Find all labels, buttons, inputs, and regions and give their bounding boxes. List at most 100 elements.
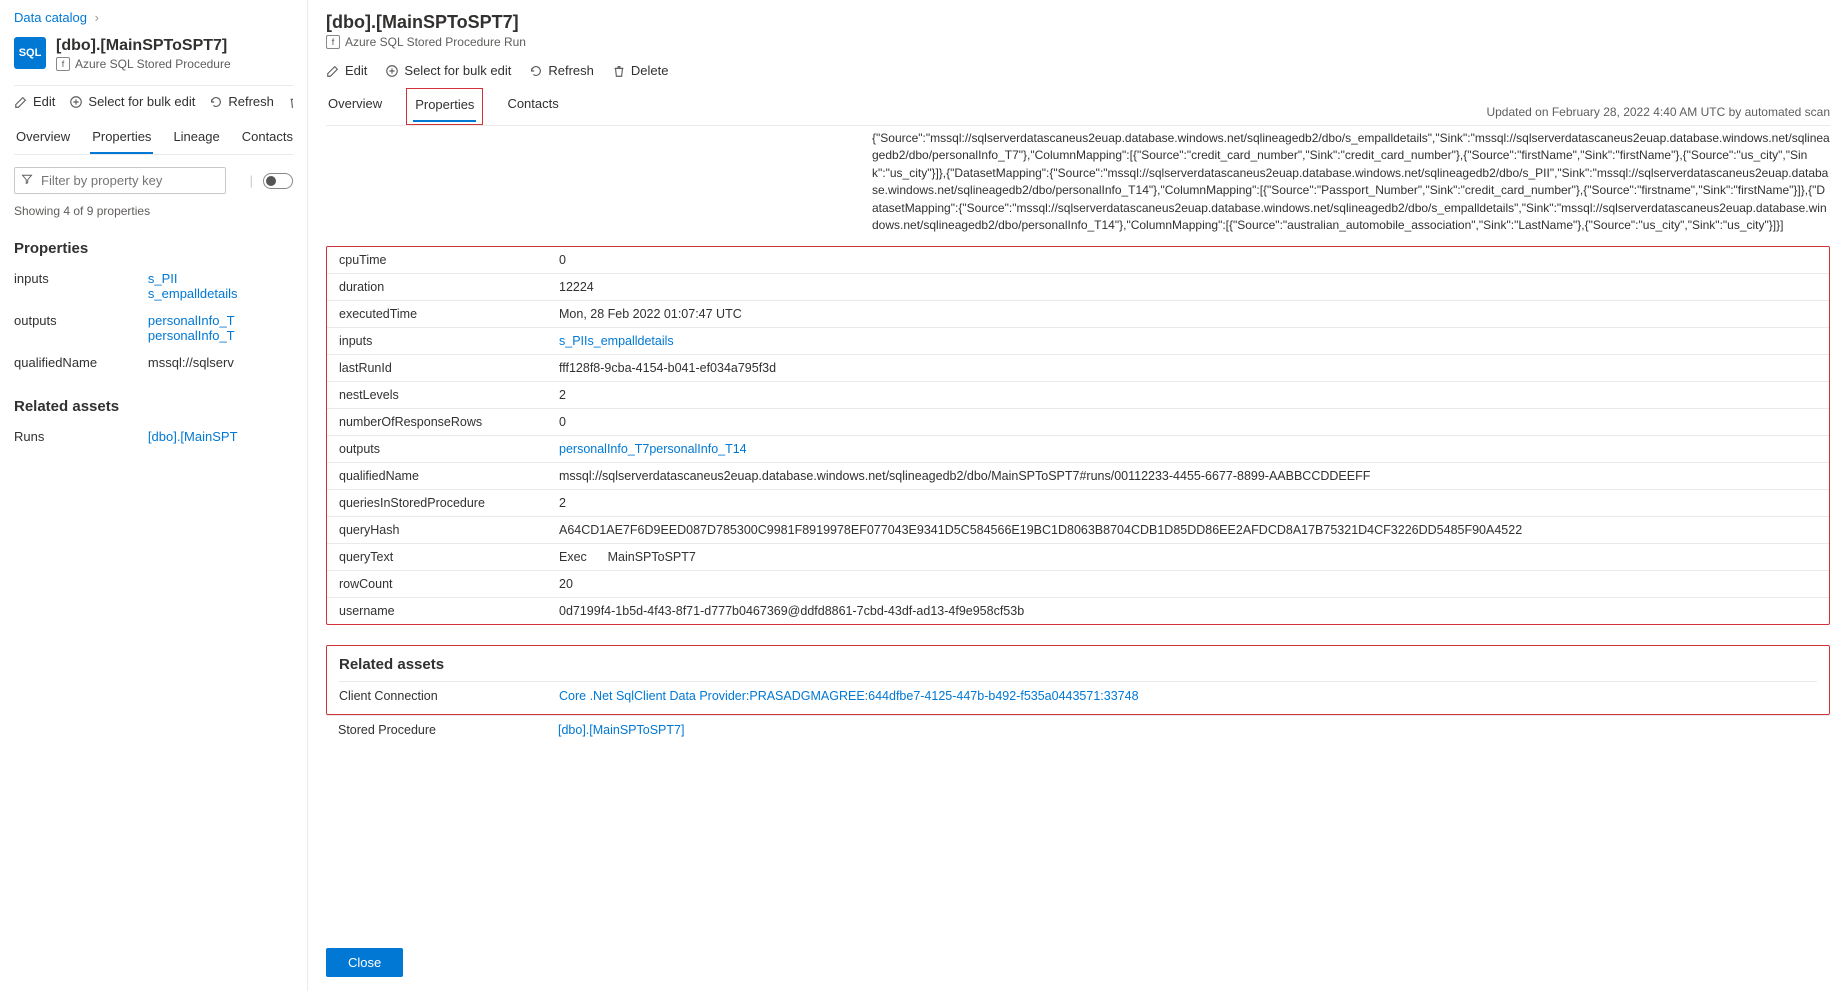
asset-subtitle-text: Azure SQL Stored Procedure <box>75 57 231 71</box>
tab-contacts[interactable]: Contacts <box>505 88 560 125</box>
page-title: [dbo].[MainSPToSPT7] <box>326 12 1830 33</box>
prop-row-username: username0d7199f4-1b5d-4f43-8f71-d777b046… <box>327 597 1829 624</box>
prop-row-nestlevels: nestLevels2 <box>327 381 1829 408</box>
prop-key: qualifiedName <box>14 355 148 370</box>
refresh-label: Refresh <box>548 63 594 78</box>
prop-row-duration: duration12224 <box>327 273 1829 300</box>
prop-val: 2 <box>559 388 1817 402</box>
updated-text: Updated on February 28, 2022 4:40 AM UTC… <box>1486 105 1830 125</box>
tab-overview[interactable]: Overview <box>326 88 384 125</box>
prop-row-querytext: queryTextExec MainSPToSPT7 <box>327 543 1829 570</box>
delete-button[interactable]: Delete <box>288 94 293 109</box>
prop-val: A64CD1AE7F6D9EED087D785300C9981F8919978E… <box>559 523 1817 537</box>
pencil-icon <box>326 64 340 78</box>
input-link-s-empalldetails[interactable]: s_empalldetails <box>588 334 674 348</box>
trash-icon <box>612 64 626 78</box>
bulk-edit-button[interactable]: Select for bulk edit <box>69 94 195 109</box>
prop-row-outputs: outputs personalInfo_T personalInfo_T <box>14 307 293 349</box>
prop-row-queriesinstoredprocedure: queriesInStoredProcedure2 <box>327 489 1829 516</box>
input-link-s-pii[interactable]: s_PII <box>559 334 588 348</box>
delete-label: Delete <box>631 63 669 78</box>
stored-procedure-icon: f <box>56 57 70 71</box>
asset-title: [dbo].[MainSPToSPT7] <box>56 37 231 55</box>
prop-key: duration <box>339 280 559 294</box>
prop-key: executedTime <box>339 307 559 321</box>
output-link-t14[interactable]: personalInfo_T14 <box>649 442 746 456</box>
json-mapping-text: {"Source":"mssql://sqlserverdatascaneus2… <box>326 126 1830 242</box>
prop-row-queryhash: queryHashA64CD1AE7F6D9EED087D785300C9981… <box>327 516 1829 543</box>
prop-key: qualifiedName <box>339 469 559 483</box>
refresh-icon <box>209 95 223 109</box>
sql-icon: SQL <box>14 37 46 69</box>
output-link-2[interactable]: personalInfo_T <box>148 328 293 343</box>
properties-table: cpuTime0 duration12224 executedTimeMon, … <box>326 246 1830 625</box>
output-link-t7[interactable]: personalInfo_T7 <box>559 442 649 456</box>
prop-val: 20 <box>559 577 1817 591</box>
asset-subtitle: f Azure SQL Stored Procedure <box>56 57 231 71</box>
prop-row-qualifiedname: qualifiedNamemssql://sqlserverdatascaneu… <box>327 462 1829 489</box>
refresh-button[interactable]: Refresh <box>209 94 274 109</box>
page-subtitle: f Azure SQL Stored Procedure Run <box>326 35 1830 49</box>
property-count: Showing 4 of 9 properties <box>14 204 293 218</box>
prop-key: rowCount <box>339 577 559 591</box>
delete-button[interactable]: Delete <box>612 63 669 78</box>
plus-circle-icon <box>385 64 399 78</box>
left-panel: Data catalog › SQL [dbo].[MainSPToSPT7] … <box>0 0 308 991</box>
left-tabs: Overview Properties Lineage Contacts Re <box>14 121 293 155</box>
right-panel: [dbo].[MainSPToSPT7] f Azure SQL Stored … <box>308 0 1848 991</box>
asset-header: SQL [dbo].[MainSPToSPT7] f Azure SQL Sto… <box>14 37 293 71</box>
bulk-edit-button[interactable]: Select for bulk edit <box>385 63 511 78</box>
chevron-right-icon: › <box>95 10 99 25</box>
refresh-label: Refresh <box>228 94 274 109</box>
funnel-icon <box>21 173 33 185</box>
related-key: Client Connection <box>339 689 559 703</box>
stored-procedure-run-icon: f <box>326 35 340 49</box>
related-assets-section: Related assets Client Connection Core .N… <box>326 645 1830 715</box>
prop-key: queryHash <box>339 523 559 537</box>
toggle-switch[interactable] <box>263 173 293 189</box>
prop-row-rowcount: rowCount20 <box>327 570 1829 597</box>
tab-properties[interactable]: Properties <box>413 89 476 122</box>
prop-key: cpuTime <box>339 253 559 267</box>
tab-contacts[interactable]: Contacts <box>240 121 293 154</box>
prop-key: username <box>339 604 559 618</box>
edit-label: Edit <box>33 94 55 109</box>
input-link-s-empalldetails[interactable]: s_empalldetails <box>148 286 293 301</box>
prop-val: 2 <box>559 496 1817 510</box>
prop-key: inputs <box>14 271 148 301</box>
edit-button[interactable]: Edit <box>326 63 367 78</box>
bulk-label: Select for bulk edit <box>404 63 511 78</box>
tab-overview[interactable]: Overview <box>14 121 72 154</box>
bulk-label: Select for bulk edit <box>88 94 195 109</box>
filter-input[interactable] <box>14 167 226 194</box>
refresh-button[interactable]: Refresh <box>529 63 594 78</box>
input-link-s-pii[interactable]: s_PII <box>148 271 293 286</box>
prop-key: queriesInStoredProcedure <box>339 496 559 510</box>
prop-row-qualifiedname: qualifiedName mssql://sqlserv <box>14 349 293 376</box>
left-toolbar: Edit Select for bulk edit Refresh Delete <box>14 85 293 109</box>
filter-row: | <box>14 167 293 194</box>
prop-key: numberOfResponseRows <box>339 415 559 429</box>
related-row-runs: Runs [dbo].[MainSPT <box>14 423 293 450</box>
refresh-icon <box>529 64 543 78</box>
output-link-1[interactable]: personalInfo_T <box>148 313 293 328</box>
breadcrumb-root[interactable]: Data catalog <box>14 10 87 25</box>
related-runs-link[interactable]: [dbo].[MainSPT <box>148 429 293 444</box>
prop-row-cputime: cpuTime0 <box>327 247 1829 273</box>
tab-properties[interactable]: Properties <box>90 121 153 154</box>
edit-button[interactable]: Edit <box>14 94 55 109</box>
client-connection-link[interactable]: Core .Net SqlClient Data Provider:PRASAD… <box>559 689 1139 703</box>
close-button[interactable]: Close <box>326 948 403 977</box>
prop-row-outputs: outputspersonalInfo_T7personalInfo_T14 <box>327 435 1829 462</box>
prop-key: nestLevels <box>339 388 559 402</box>
related-assets-title: Related assets <box>339 656 1817 673</box>
edit-label: Edit <box>345 63 367 78</box>
prop-val: Mon, 28 Feb 2022 01:07:47 UTC <box>559 307 1817 321</box>
tab-lineage[interactable]: Lineage <box>171 121 221 154</box>
prop-row-executedtime: executedTimeMon, 28 Feb 2022 01:07:47 UT… <box>327 300 1829 327</box>
prop-key: queryText <box>339 550 559 564</box>
section-properties-title: Properties <box>14 240 293 257</box>
prop-val: 12224 <box>559 280 1817 294</box>
stored-procedure-link[interactable]: [dbo].[MainSPToSPT7] <box>558 723 684 737</box>
prop-val: 0 <box>559 415 1817 429</box>
